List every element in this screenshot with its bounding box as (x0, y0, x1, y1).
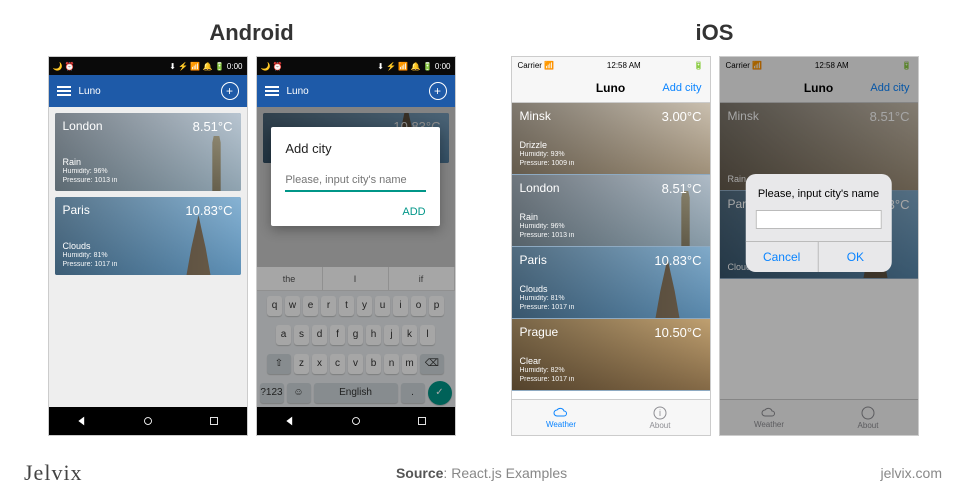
ios-phone-list: Carrier 📶 12:58 AM 🔋 Luno Add city Minsk… (511, 56, 711, 436)
recent-icon[interactable] (207, 414, 221, 428)
city-pressure: Pressure: 1017 in (63, 260, 233, 269)
android-navbar (49, 407, 247, 435)
city-temp: 8.51°C (193, 119, 233, 134)
android-appbar: Luno + (49, 75, 247, 107)
tab-about[interactable]: i About (611, 400, 710, 435)
android-title: Android (209, 20, 293, 46)
city-humidity: Humidity: 81% (63, 251, 233, 260)
city-pressure: Pressure: 1013 in (63, 176, 233, 185)
ios-section: iOS Carrier 📶 12:58 AM 🔋 Luno Add city M… (493, 20, 936, 442)
city-card[interactable]: Paris10.83°C Clouds Humidity: 81% Pressu… (512, 247, 710, 319)
recent-icon[interactable] (415, 414, 429, 428)
ios-input-dialog: Please, input city's name Cancel OK (745, 174, 892, 272)
dialog-cancel-button[interactable]: Cancel (745, 242, 819, 272)
add-city-button[interactable]: + (429, 82, 447, 100)
city-condition: Rain (63, 157, 233, 167)
dialog-scrim[interactable]: Add city ADD (257, 107, 455, 407)
brand-logo: Jelvix (24, 460, 83, 486)
city-card[interactable]: Paris 10.83°C Clouds Humidity: 81% Press… (55, 197, 241, 275)
city-card[interactable]: London 8.51°C Rain Humidity: 96% Pressur… (55, 113, 241, 191)
ios-title: iOS (696, 20, 734, 46)
city-card[interactable]: Prague10.50°C Clear Humidity: 82% Pressu… (512, 319, 710, 391)
back-icon[interactable] (283, 414, 297, 428)
add-city-button[interactable]: + (221, 82, 239, 100)
android-statusbar: 🌙 ⏰ ⬇ ⚡ 📶 🔔 🔋 0:00 (257, 57, 455, 75)
tab-weather[interactable]: Weather (512, 400, 611, 435)
ios-city-list[interactable]: Minsk3.00°C Drizzle Humidity: 93% Pressu… (512, 103, 710, 399)
dialog-message: Please, input city's name (745, 174, 892, 210)
ios-statusbar: Carrier 📶 12:58 AM 🔋 (512, 57, 710, 73)
site-url: jelvix.com (881, 465, 942, 481)
city-humidity: Humidity: 96% (63, 167, 233, 176)
hamburger-icon[interactable] (57, 86, 71, 96)
home-icon[interactable] (141, 414, 155, 428)
dialog-title: Add city (285, 141, 425, 156)
android-statusbar: 🌙 ⏰ ⬇ ⚡ 📶 🔔 🔋 0:00 (49, 57, 247, 75)
ios-tabbar: Weather i About (512, 399, 710, 435)
android-navbar (257, 407, 455, 435)
android-phone-list: 🌙 ⏰ ⬇ ⚡ 📶 🔔 🔋 0:00 Luno + (48, 56, 248, 436)
app-title: Luno (79, 86, 101, 97)
city-card[interactable]: London8.51°C Rain Humidity: 96% Pressure… (512, 175, 710, 247)
android-appbar: Luno + (257, 75, 455, 107)
app-title: Luno (287, 86, 309, 97)
ios-navbar: Luno Add city (512, 73, 710, 103)
hamburger-icon[interactable] (265, 86, 279, 96)
status-right-icons: ⬇ ⚡ 📶 🔔 🔋 0:00 (169, 62, 242, 71)
home-icon[interactable] (349, 414, 363, 428)
svg-text:i: i (659, 408, 661, 418)
info-icon: i (653, 406, 667, 420)
add-city-dialog: Add city ADD (271, 127, 439, 226)
source-label: Source: React.js Examples (396, 465, 567, 481)
dialog-ok-button[interactable]: OK (819, 242, 892, 272)
app-title: Luno (596, 81, 625, 95)
back-icon[interactable] (75, 414, 89, 428)
footer: Jelvix Source: React.js Examples jelvix.… (0, 452, 966, 500)
add-city-button[interactable]: Add city (662, 82, 701, 94)
city-name-input[interactable] (755, 210, 881, 229)
city-card[interactable]: Minsk3.00°C Drizzle Humidity: 93% Pressu… (512, 103, 710, 175)
city-condition: Clouds (63, 241, 233, 251)
status-left-icons: 🌙 ⏰ (53, 62, 75, 71)
dialog-add-button[interactable]: ADD (402, 206, 425, 218)
android-section: Android 🌙 ⏰ ⬇ ⚡ 📶 🔔 🔋 0:00 Luno + (30, 20, 473, 442)
android-city-list[interactable]: London 8.51°C Rain Humidity: 96% Pressur… (49, 107, 247, 407)
ios-phone-dialog: Carrier 📶 12:58 AM 🔋 Luno Add city Minsk… (719, 56, 919, 436)
city-temp: 10.83°C (185, 203, 232, 218)
city-name-input[interactable] (285, 170, 425, 192)
cloud-icon (553, 407, 569, 419)
android-phone-dialog: 🌙 ⏰ ⬇ ⚡ 📶 🔔 🔋 0:00 Luno + 10.83°C (256, 56, 456, 436)
